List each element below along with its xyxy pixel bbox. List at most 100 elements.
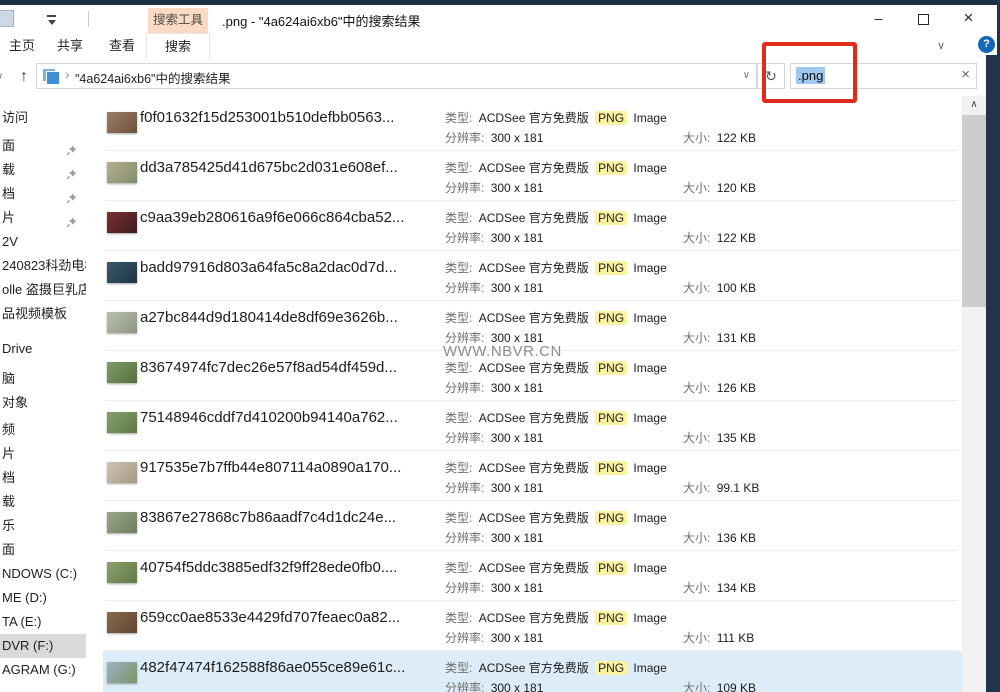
file-type-line: 类型: ACDSee 官方免费版 PNG Image bbox=[445, 209, 667, 226]
type-suffix: Image bbox=[633, 111, 666, 125]
file-resolution-line: 分辨率: 300 x 181 bbox=[445, 479, 543, 496]
sidebar-item[interactable]: 档 bbox=[0, 466, 86, 490]
sidebar-item-label: ME (D:) bbox=[2, 590, 47, 605]
file-size-line: 大小: 135 KB bbox=[683, 429, 756, 446]
sidebar-item[interactable]: 载 bbox=[0, 158, 86, 182]
file-resolution-line: 分辨率: 300 x 181 bbox=[445, 129, 543, 146]
sidebar-item[interactable]: NDOWS (C:) bbox=[0, 562, 86, 586]
sidebar-item-label: 对象 bbox=[2, 395, 28, 410]
up-button[interactable]: ↑ bbox=[14, 65, 34, 89]
file-row[interactable]: 75148946cddf7d410200b94140a762... 类型: AC… bbox=[86, 401, 962, 451]
scroll-up-icon[interactable]: ∧ bbox=[962, 96, 986, 113]
type-label: 类型: bbox=[445, 161, 472, 175]
type-prefix: ACDSee 官方免费版 bbox=[479, 661, 589, 675]
file-thumbnail bbox=[107, 362, 137, 383]
resolution-value: 300 x 181 bbox=[491, 531, 544, 545]
sidebar-item[interactable]: 面 bbox=[0, 134, 86, 158]
type-suffix: Image bbox=[633, 361, 666, 375]
type-label: 类型: bbox=[445, 311, 472, 325]
sidebar-item-label: 载 bbox=[2, 162, 15, 177]
file-row[interactable]: 917535e7b7ffb44e807114a0890a170... 类型: A… bbox=[86, 451, 962, 501]
size-value: 99.1 KB bbox=[717, 481, 760, 495]
type-suffix: Image bbox=[633, 311, 666, 325]
sidebar-item[interactable]: DVR (F:) bbox=[0, 634, 86, 658]
resolution-label: 分辨率: bbox=[445, 581, 484, 595]
close-button[interactable]: × bbox=[946, 5, 991, 33]
type-label: 类型: bbox=[445, 211, 472, 225]
file-row[interactable]: 482f47474f162588f86ae055ce89e61c... 类型: … bbox=[86, 651, 962, 692]
file-row[interactable]: dd3a785425d41d675bc2d031e608ef... 类型: AC… bbox=[86, 151, 962, 201]
search-input[interactable]: .png × bbox=[790, 63, 977, 89]
type-suffix: Image bbox=[633, 461, 666, 475]
close-icon: × bbox=[964, 8, 974, 27]
file-row[interactable]: 83867e27868c7b86aadf7c4d1dc24e... 类型: AC… bbox=[86, 501, 962, 551]
file-type-line: 类型: ACDSee 官方免费版 PNG Image bbox=[445, 559, 667, 576]
sidebar-item-label: 访问 bbox=[2, 110, 28, 125]
file-row[interactable]: 40754f5ddc3885edf32f9ff28ede0fb0.... 类型:… bbox=[86, 551, 962, 601]
file-size-line: 大小: 122 KB bbox=[683, 229, 756, 246]
sidebar-item[interactable]: 片 bbox=[0, 206, 86, 230]
maximize-icon bbox=[918, 14, 929, 25]
sidebar-item[interactable]: 面 bbox=[0, 538, 86, 562]
sidebar-item[interactable]: AGRAM (G:) bbox=[0, 658, 86, 682]
search-tools-contextual-tab[interactable]: 搜索工具 bbox=[148, 8, 208, 33]
size-label: 大小: bbox=[683, 431, 710, 445]
tab-view[interactable]: 查看 bbox=[98, 33, 146, 58]
expand-ribbon-chevron-icon[interactable]: ∨ bbox=[930, 35, 952, 57]
type-label: 类型: bbox=[445, 611, 472, 625]
sidebar-item[interactable]: 对象 bbox=[0, 391, 86, 415]
sidebar-item[interactable]: 档 bbox=[0, 182, 86, 206]
sidebar-item-label: 240823科劲电机 bbox=[2, 258, 86, 273]
type-label: 类型: bbox=[445, 561, 472, 575]
tab-home[interactable]: 主页 bbox=[2, 33, 42, 58]
file-type-line: 类型: ACDSee 官方免费版 PNG Image bbox=[445, 359, 667, 376]
recent-locations-chevron-icon[interactable]: ∨ bbox=[0, 68, 10, 86]
sidebar-item[interactable]: 240823科劲电机 bbox=[0, 254, 86, 278]
sidebar-item[interactable]: TA (E:) bbox=[0, 610, 86, 634]
size-value: 135 KB bbox=[717, 431, 756, 445]
sidebar-item[interactable]: 乐 bbox=[0, 514, 86, 538]
resolution-label: 分辨率: bbox=[445, 481, 484, 495]
sidebar-item-label: 乐 bbox=[2, 518, 15, 533]
sidebar-item[interactable]: 2V bbox=[0, 230, 86, 254]
resolution-label: 分辨率: bbox=[445, 681, 484, 692]
file-row[interactable]: badd97916d803a64fa5c8a2dac0d7d... 类型: AC… bbox=[86, 251, 962, 301]
scrollbar[interactable]: ∧ bbox=[962, 96, 986, 692]
scrollbar-thumb[interactable] bbox=[962, 115, 986, 307]
tab-search[interactable]: 搜索 bbox=[146, 33, 210, 59]
sidebar-item[interactable]: ME (D:) bbox=[0, 586, 86, 610]
refresh-button[interactable]: ↻ bbox=[757, 63, 785, 89]
help-icon[interactable]: ? bbox=[978, 36, 995, 53]
file-resolution-line: 分辨率: 300 x 181 bbox=[445, 679, 543, 692]
address-dropdown-chevron-icon[interactable]: ∨ bbox=[743, 70, 750, 81]
file-row[interactable]: c9aa39eb280616a9f6e066c864cba52... 类型: A… bbox=[86, 201, 962, 251]
minimize-button[interactable]: – bbox=[856, 5, 901, 33]
sidebar-item[interactable]: 频 bbox=[0, 418, 86, 442]
type-prefix: ACDSee 官方免费版 bbox=[479, 561, 589, 575]
resolution-value: 300 x 181 bbox=[491, 631, 544, 645]
sidebar-item[interactable]: Drive bbox=[0, 337, 86, 361]
tab-share[interactable]: 共享 bbox=[46, 33, 94, 58]
file-name: f0f01632f15d253001b510defbb0563... bbox=[140, 109, 394, 126]
file-row[interactable]: f0f01632f15d253001b510defbb0563... 类型: A… bbox=[86, 101, 962, 151]
quick-access-toolbar-dropdown-icon[interactable] bbox=[45, 14, 59, 26]
sidebar-item[interactable]: 片 bbox=[0, 442, 86, 466]
sidebar-item[interactable]: olle 盗摄巨乳店 bbox=[0, 278, 86, 302]
file-name: dd3a785425d41d675bc2d031e608ef... bbox=[140, 159, 398, 176]
resolution-label: 分辨率: bbox=[445, 131, 484, 145]
clear-search-icon[interactable]: × bbox=[961, 66, 970, 83]
maximize-button[interactable] bbox=[901, 5, 946, 33]
file-row[interactable]: 659cc0ae8533e4429fd707feaec0a82... 类型: A… bbox=[86, 601, 962, 651]
breadcrumb[interactable]: "4a624ai6xb6"中的搜索结果 bbox=[75, 68, 230, 87]
address-bar[interactable]: › "4a624ai6xb6"中的搜索结果 ∨ bbox=[36, 63, 757, 89]
file-resolution-line: 分辨率: 300 x 181 bbox=[445, 229, 543, 246]
size-label: 大小: bbox=[683, 231, 710, 245]
file-name: a27bc844d9d180414de8df69e3626b... bbox=[140, 309, 398, 326]
sidebar-item[interactable]: 脑 bbox=[0, 367, 86, 391]
size-label: 大小: bbox=[683, 531, 710, 545]
search-value: .png bbox=[796, 67, 825, 84]
file-thumbnail bbox=[107, 662, 137, 683]
sidebar-item[interactable]: 载 bbox=[0, 490, 86, 514]
sidebar-item[interactable]: 访问 bbox=[0, 106, 86, 130]
sidebar-item[interactable]: 品视频模板 bbox=[0, 302, 86, 326]
